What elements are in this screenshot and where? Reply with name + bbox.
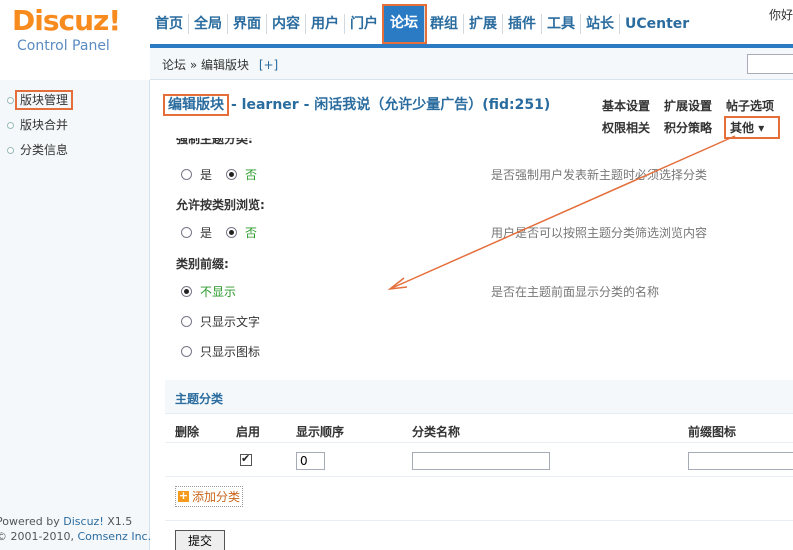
tab-link[interactable]: 帖子选项 bbox=[726, 97, 774, 114]
plus-icon: + bbox=[178, 489, 189, 502]
col-delete: 删除 bbox=[175, 425, 200, 439]
radio-icon bbox=[226, 169, 237, 180]
nav-item[interactable]: 内容 bbox=[267, 14, 306, 34]
col-name: 分类名称 bbox=[412, 425, 461, 439]
main-content: 编辑版块 - learner - 闲话我说（允许少量广告）(fid:251) 基本… bbox=[151, 80, 793, 550]
footer-prefix: Powered by bbox=[0, 515, 64, 528]
nav-item[interactable]: 站长 bbox=[581, 14, 620, 34]
tab-link[interactable]: 扩展设置 bbox=[664, 97, 712, 114]
breadcrumb: 论坛 » 编辑版块 [+] bbox=[162, 56, 278, 73]
nav-item[interactable]: 用户 bbox=[306, 14, 345, 34]
nav-item[interactable]: 扩展 bbox=[464, 14, 503, 34]
sidebar: 版块管理版块合并分类信息 Powered by Discuz! X1.5 © 2… bbox=[0, 80, 151, 550]
top-nav: 首页 全局 界面 内容 用户 门户 论坛 群组 扩展 插件 工具 站长 UCenter bbox=[150, 0, 694, 44]
nav-item[interactable]: 界面 bbox=[228, 14, 267, 34]
nav-item[interactable]: 插件 bbox=[503, 14, 542, 34]
prefix-label: 类别前缀: bbox=[176, 257, 229, 271]
nav-item[interactable]: UCenter bbox=[620, 14, 694, 34]
prefix-icon-radio[interactable]: 只显示图标 bbox=[181, 343, 260, 360]
sidebar-item[interactable]: 版块合并 bbox=[0, 113, 149, 138]
force-hint: 是否强制用户发表新主题时必须选择分类 bbox=[491, 168, 708, 182]
force-yes-radio[interactable]: 是 bbox=[181, 166, 212, 183]
prefix-none-radio[interactable]: 不显示 bbox=[181, 283, 236, 300]
tabs-row-1: 基本设置 扩展设置 帖子选项 bbox=[602, 97, 788, 114]
prefix-text-radio[interactable]: 只显示文字 bbox=[181, 313, 260, 330]
divider bbox=[165, 442, 793, 443]
col-order: 显示顺序 bbox=[296, 425, 345, 439]
radio-icon bbox=[181, 346, 192, 357]
logo-subtitle: Control Panel bbox=[17, 38, 110, 54]
thread-types-header: 主题分类 bbox=[165, 380, 793, 414]
page-title: 编辑版块 - learner - 闲话我说（允许少量广告）(fid:251) bbox=[163, 94, 551, 116]
radio-icon bbox=[181, 286, 192, 297]
footer-version: X1.5 bbox=[103, 515, 133, 528]
nav-item[interactable]: 工具 bbox=[542, 14, 581, 34]
add-category-button[interactable]: + 添加分类 bbox=[175, 486, 244, 507]
prefix-hint: 是否在主题前面显示分类的名称 bbox=[491, 285, 660, 299]
nav-item[interactable]: 全局 bbox=[189, 14, 228, 34]
browse-no-radio[interactable]: 否 bbox=[226, 224, 257, 241]
breadcrumb-bar: 论坛 » 编辑版块 [+] bbox=[150, 44, 793, 80]
setting-label-partial: 强制主题分类: bbox=[176, 138, 253, 146]
order-input[interactable] bbox=[296, 452, 325, 470]
radio-icon bbox=[181, 169, 192, 180]
footer-company-link[interactable]: Comsenz Inc. bbox=[77, 530, 151, 543]
logo[interactable]: Discuz! Control Panel bbox=[12, 4, 152, 64]
add-shortcut-link[interactable]: [+] bbox=[259, 58, 278, 72]
footer-copyright: © 2001-2010, bbox=[0, 530, 78, 543]
user-greeting: 你好 bbox=[769, 8, 793, 22]
divider bbox=[165, 520, 793, 521]
radio-icon bbox=[181, 316, 192, 327]
breadcrumb-path: 论坛 » 编辑版块 bbox=[162, 58, 249, 72]
sidebar-item-label: 版块管理 bbox=[14, 90, 74, 110]
sidebar-item-label: 版块合并 bbox=[20, 118, 69, 132]
nav-item[interactable]: 首页 bbox=[150, 14, 189, 34]
browse-yes-radio[interactable]: 是 bbox=[181, 224, 212, 241]
logo-brand: Discuz! bbox=[12, 4, 121, 37]
tab-link[interactable]: 权限相关 bbox=[602, 119, 650, 136]
add-category-label: 添加分类 bbox=[192, 490, 241, 504]
footer-brand-link[interactable]: Discuz! bbox=[63, 515, 103, 528]
radio-icon bbox=[226, 227, 237, 238]
browse-hint: 用户是否可以按照主题分类筛选浏览内容 bbox=[491, 226, 708, 240]
search-input[interactable] bbox=[747, 54, 793, 74]
prefix-icon-input[interactable] bbox=[688, 452, 793, 470]
col-enable: 启用 bbox=[236, 425, 261, 439]
nav-item[interactable]: 论坛 bbox=[382, 4, 427, 44]
submit-button[interactable]: 提交 bbox=[175, 530, 225, 550]
browse-label: 允许按类别浏览: bbox=[176, 198, 265, 212]
thread-types-title: 主题分类 bbox=[175, 392, 224, 406]
col-icon: 前缀图标 bbox=[688, 425, 737, 439]
radio-icon bbox=[181, 227, 192, 238]
category-name-input[interactable] bbox=[412, 452, 550, 470]
sidebar-item-label: 分类信息 bbox=[20, 143, 69, 157]
page-title-forum: - learner - 闲话我说（允许少量广告）(fid:251) bbox=[231, 97, 551, 113]
divider bbox=[165, 476, 793, 477]
sidebar-item[interactable]: 分类信息 bbox=[0, 138, 149, 163]
footer: Powered by Discuz! X1.5 © 2001-2010, Com… bbox=[0, 514, 151, 544]
page-title-highlight: 编辑版块 bbox=[163, 94, 229, 116]
enable-checkbox[interactable] bbox=[240, 452, 252, 466]
tab-link[interactable]: 积分策略 bbox=[664, 119, 712, 136]
tab-more-dropdown[interactable]: 其他 ▾ bbox=[724, 116, 781, 139]
sidebar-menu: 版块管理版块合并分类信息 bbox=[0, 88, 149, 163]
tabs-row-2: 权限相关 积分策略 其他 ▾ bbox=[602, 116, 792, 139]
force-no-radio[interactable]: 否 bbox=[226, 166, 257, 183]
nav-item[interactable]: 门户 bbox=[345, 14, 384, 34]
sidebar-item[interactable]: 版块管理 bbox=[0, 88, 149, 113]
tab-link[interactable]: 基本设置 bbox=[602, 97, 650, 114]
nav-item[interactable]: 群组 bbox=[425, 14, 464, 34]
